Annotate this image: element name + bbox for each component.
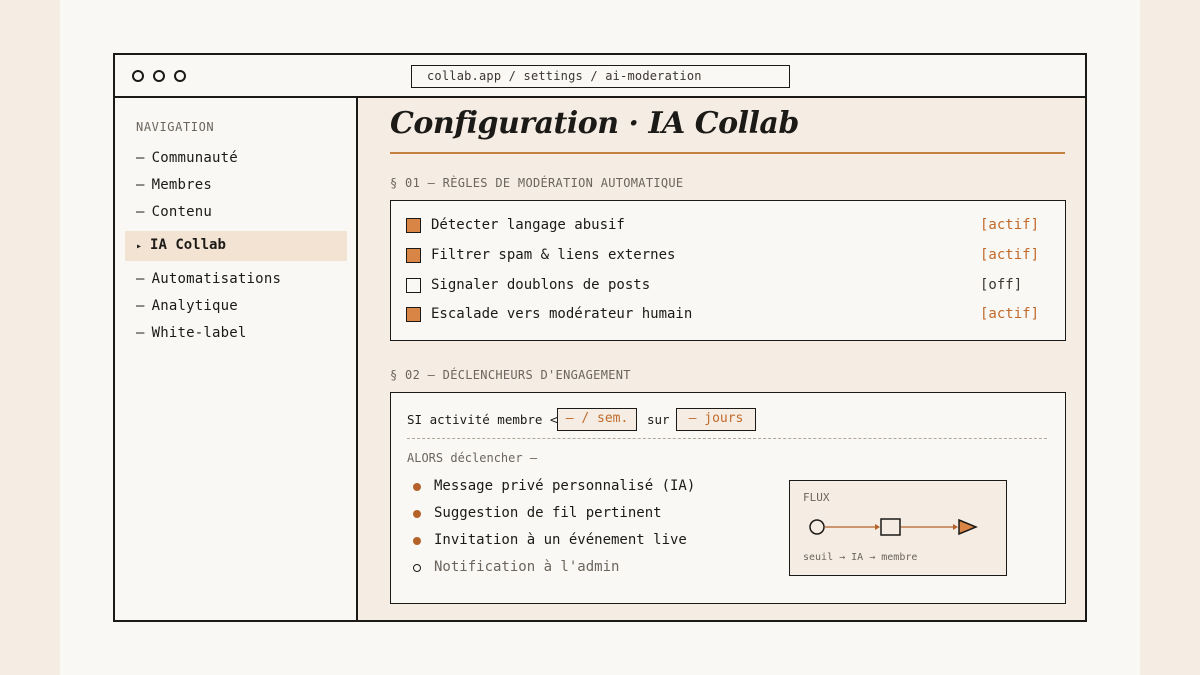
action-label: Notification à l'admin — [434, 559, 620, 575]
status-badge[interactable]: [off] — [980, 277, 1022, 293]
window-close-dot[interactable] — [132, 70, 144, 82]
rule-row[interactable]: Escalade vers modérateur humain [actif] — [406, 305, 1039, 325]
nav-dash-marker: — — [136, 150, 145, 166]
sidebar-item-white-label[interactable]: — White-label — [136, 325, 247, 341]
start-circle-icon — [809, 519, 825, 535]
end-triangle-icon — [958, 518, 978, 536]
engagement-triggers-panel: SI activité membre < — / sem. sur — jour… — [390, 392, 1066, 604]
arrowhead-icon — [953, 524, 958, 530]
sidebar-item-label: Communauté — [151, 150, 238, 166]
nav-dash-marker: — — [136, 298, 145, 314]
checkbox-checked[interactable] — [406, 307, 421, 322]
sidebar-item-label: Automatisations — [151, 271, 282, 287]
sidebar-item-label: Analytique — [151, 298, 238, 314]
nav-dash-marker: — — [136, 325, 145, 341]
nav-dash-marker: — — [136, 271, 145, 287]
window-maximize-dot[interactable] — [174, 70, 186, 82]
sidebar-item-label: IA Collab — [150, 237, 226, 253]
condition-prefix: SI activité membre < — [407, 412, 558, 427]
status-badge[interactable]: [actif] — [980, 306, 1039, 322]
sidebar-item-membres[interactable]: — Membres — [136, 177, 212, 193]
rule-label: Signaler doublons de posts — [431, 277, 651, 293]
checkbox-checked[interactable] — [406, 218, 421, 233]
bullet-filled-icon — [413, 537, 421, 545]
sidebar-item-label: White-label — [151, 325, 247, 341]
sidebar-item-ia-collab[interactable]: ▸ IA Collab — [125, 231, 347, 261]
sidebar-item-label: Membres — [151, 177, 213, 193]
sidebar-item-label: Contenu — [151, 204, 213, 220]
checkbox-checked[interactable] — [406, 248, 421, 263]
address-bar[interactable]: collab.app / settings / ai-moderation — [411, 65, 790, 88]
window-minimize-dot[interactable] — [153, 70, 165, 82]
dashed-divider — [407, 438, 1047, 439]
process-square-icon — [880, 518, 901, 536]
sidebar-item-automatisations[interactable]: — Automatisations — [136, 271, 281, 287]
window-titlebar: collab.app / settings / ai-moderation — [115, 55, 1085, 98]
rule-row[interactable]: Signaler doublons de posts [off] — [406, 276, 1036, 296]
action-label: Invitation à un événement live — [434, 532, 687, 548]
main-panel: Configuration · IA Collab § 01 — RÈGLES … — [358, 98, 1085, 620]
flux-diagram: FLUX seuil → IA → membre — [789, 480, 1007, 576]
action-label: Message privé personnalisé (IA) — [434, 478, 696, 494]
bullet-filled-icon — [413, 510, 421, 518]
section-heading-moderation: § 01 — RÈGLES DE MODÉRATION AUTOMATIQUE — [390, 176, 684, 190]
rule-row[interactable]: Détecter langage abusif [actif] — [406, 216, 1039, 236]
rate-threshold-input[interactable]: — / sem. — [557, 408, 637, 431]
active-arrow-icon: ▸ — [136, 241, 143, 252]
sidebar-item-contenu[interactable]: — Contenu — [136, 204, 212, 220]
rule-label: Escalade vers modérateur humain — [431, 306, 693, 322]
moderation-rules-panel: Détecter langage abusif [actif] Filtrer … — [390, 200, 1066, 341]
days-window-input[interactable]: — jours — [676, 408, 756, 431]
condition-connector: sur — [647, 412, 670, 427]
bullet-filled-icon — [413, 483, 421, 491]
flux-caption: seuil → IA → membre — [803, 552, 918, 563]
rule-label: Détecter langage abusif — [431, 217, 625, 233]
then-label: ALORS déclencher — — [407, 451, 538, 465]
action-label: Suggestion de fil pertinent — [434, 505, 662, 521]
section-heading-engagement: § 02 — DÉCLENCHEURS D'ENGAGEMENT — [390, 368, 631, 382]
page-title: Configuration · IA Collab — [390, 106, 799, 141]
checkbox-unchecked[interactable] — [406, 278, 421, 293]
status-badge[interactable]: [actif] — [980, 247, 1039, 263]
status-badge[interactable]: [actif] — [980, 217, 1039, 233]
nav-heading: NAVIGATION — [136, 120, 215, 134]
title-divider — [390, 152, 1065, 154]
sidebar-item-communaute[interactable]: — Communauté — [136, 150, 238, 166]
app-window: collab.app / settings / ai-moderation NA… — [113, 53, 1087, 622]
arrowhead-icon — [875, 524, 880, 530]
rule-row[interactable]: Filtrer spam & liens externes [actif] — [406, 246, 1039, 266]
nav-dash-marker: — — [136, 204, 145, 220]
sidebar-nav: NAVIGATION — Communauté — Membres — Contenu… — [115, 98, 358, 620]
rule-label: Filtrer spam & liens externes — [431, 247, 676, 263]
nav-dash-marker: — — [136, 177, 145, 193]
sidebar-item-analytique[interactable]: — Analytique — [136, 298, 238, 314]
bullet-hollow-icon — [413, 564, 421, 572]
